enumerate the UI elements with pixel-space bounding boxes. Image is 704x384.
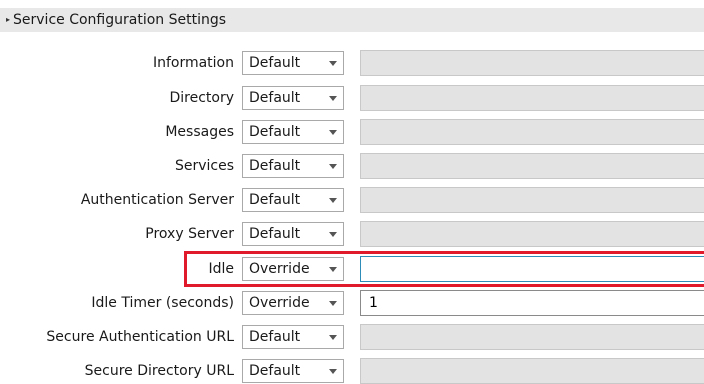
section-header[interactable]: ▸ Service Configuration Settings — [0, 8, 704, 32]
setting-row-secure-directory-url: Secure Directory URL Default — [0, 358, 704, 384]
setting-value-field — [360, 221, 704, 247]
mode-select-value: Override — [249, 261, 310, 277]
mode-select-value: Default — [249, 192, 301, 208]
setting-row-idle-timer: Idle Timer (seconds) Override — [0, 290, 704, 316]
idle-value-input[interactable] — [360, 256, 704, 282]
mode-select[interactable]: Default — [242, 359, 344, 383]
setting-label: Services — [174, 158, 234, 174]
setting-label: Idle Timer (seconds) — [91, 295, 234, 311]
setting-row-proxy-server: Proxy Server Default — [0, 221, 704, 247]
setting-label: Information — [152, 55, 234, 71]
setting-value-field — [360, 187, 704, 213]
dropdown-arrow-icon — [329, 164, 337, 169]
mode-select[interactable]: Override — [242, 257, 344, 281]
mode-select[interactable]: Default — [242, 51, 344, 75]
mode-select-value: Default — [249, 363, 301, 379]
dropdown-arrow-icon — [329, 301, 337, 306]
dropdown-arrow-icon — [329, 130, 337, 135]
mode-select-value: Default — [249, 329, 301, 345]
setting-label: Idle — [208, 261, 234, 277]
dropdown-arrow-icon — [329, 61, 337, 66]
mode-select-value: Default — [249, 124, 301, 140]
setting-row-services: Services Default — [0, 153, 704, 179]
dropdown-arrow-icon — [329, 232, 337, 237]
setting-row-authentication-server: Authentication Server Default — [0, 187, 704, 213]
setting-row-messages: Messages Default — [0, 119, 704, 145]
section-title: Service Configuration Settings — [13, 12, 227, 28]
dropdown-arrow-icon — [329, 369, 337, 374]
mode-select-value: Override — [249, 295, 310, 311]
setting-value-field — [360, 85, 704, 111]
dropdown-arrow-icon — [329, 335, 337, 340]
setting-label: Messages — [165, 124, 234, 140]
mode-select-value: Default — [249, 90, 301, 106]
setting-value-field — [360, 119, 704, 145]
mode-select[interactable]: Default — [242, 86, 344, 110]
setting-value-field — [360, 358, 704, 384]
dropdown-arrow-icon — [329, 267, 337, 272]
idle-timer-input[interactable] — [360, 290, 704, 316]
setting-value-field — [360, 324, 704, 350]
setting-label: Authentication Server — [80, 192, 234, 208]
mode-select[interactable]: Default — [242, 154, 344, 178]
collapse-triangle-icon[interactable]: ▸ — [6, 8, 10, 32]
setting-row-directory: Directory Default — [0, 85, 704, 111]
mode-select-value: Default — [249, 158, 301, 174]
mode-select-value: Default — [249, 226, 301, 242]
setting-row-secure-authentication-url: Secure Authentication URL Default — [0, 324, 704, 350]
mode-select[interactable]: Default — [242, 120, 344, 144]
dropdown-arrow-icon — [329, 198, 337, 203]
setting-label: Secure Directory URL — [84, 363, 234, 379]
setting-value-field — [360, 50, 704, 76]
dropdown-arrow-icon — [329, 96, 337, 101]
setting-label: Directory — [169, 90, 234, 106]
setting-row-idle: Idle Override — [0, 256, 704, 282]
mode-select[interactable]: Default — [242, 222, 344, 246]
setting-value-field — [360, 153, 704, 179]
mode-select-value: Default — [249, 55, 301, 71]
setting-label: Secure Authentication URL — [46, 329, 234, 345]
mode-select[interactable]: Default — [242, 188, 344, 212]
setting-label: Proxy Server — [145, 226, 234, 242]
mode-select[interactable]: Override — [242, 291, 344, 315]
setting-row-information: Information Default — [0, 50, 704, 76]
mode-select[interactable]: Default — [242, 325, 344, 349]
